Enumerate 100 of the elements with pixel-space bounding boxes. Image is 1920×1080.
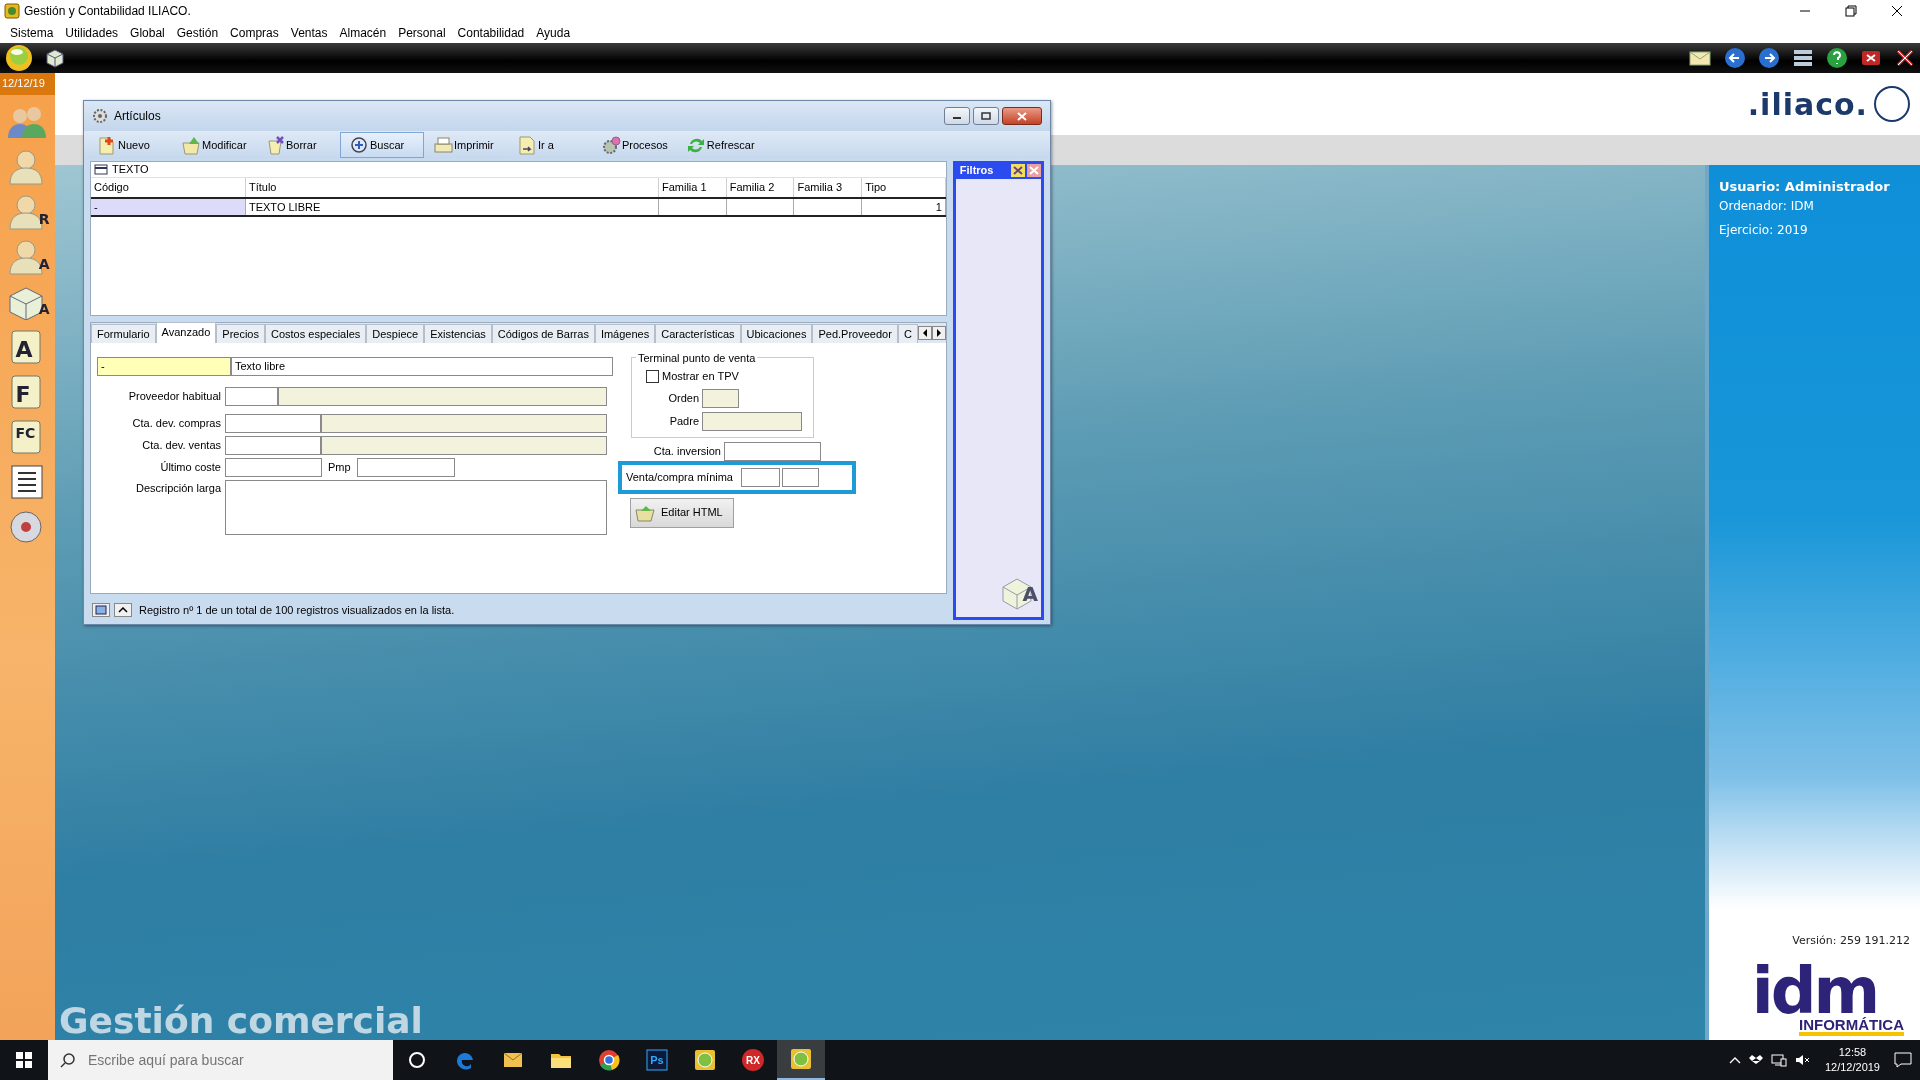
tab[interactable]: Precios bbox=[216, 324, 265, 343]
tab[interactable]: Códigos de Barras bbox=[491, 324, 595, 343]
tab[interactable]: Costos especiales bbox=[265, 324, 367, 343]
back-icon[interactable] bbox=[1724, 47, 1746, 69]
input-field[interactable] bbox=[278, 387, 607, 406]
volume-muted-icon[interactable] bbox=[1794, 1053, 1811, 1067]
toolbar-button[interactable]: Ir a bbox=[508, 132, 592, 158]
column-header[interactable]: Código bbox=[91, 178, 246, 198]
left-arrow-icon bbox=[921, 329, 928, 337]
input-field[interactable] bbox=[321, 436, 607, 455]
taskbar-button[interactable] bbox=[777, 1040, 825, 1080]
column-header[interactable]: Tipo bbox=[861, 178, 946, 198]
menu-item[interactable]: Almacén bbox=[333, 23, 393, 42]
input-field[interactable] bbox=[702, 388, 739, 408]
input-field[interactable] bbox=[356, 458, 455, 477]
tab[interactable]: Existencias bbox=[424, 324, 492, 343]
input-field[interactable] bbox=[225, 387, 278, 406]
clock[interactable]: 12:58 12/12/2019 bbox=[1824, 1045, 1880, 1075]
windows-logo-icon[interactable] bbox=[16, 1052, 32, 1068]
dropbox-icon[interactable] bbox=[1748, 1054, 1763, 1066]
edit-html-button[interactable]: Editar HTML bbox=[630, 497, 734, 528]
menu-item[interactable]: Personal bbox=[392, 23, 452, 42]
toolbar-button[interactable]: Buscar bbox=[340, 132, 424, 158]
input-field[interactable] bbox=[225, 458, 322, 477]
menu-item[interactable]: Gestión bbox=[170, 23, 225, 42]
input-field[interactable]: Texto libre bbox=[231, 357, 613, 376]
toolbar-button[interactable]: Refrescar bbox=[676, 132, 764, 158]
sidebar-item[interactable]: A bbox=[5, 329, 50, 365]
input-field[interactable] bbox=[782, 467, 819, 487]
sidebar-item[interactable]: A bbox=[5, 284, 50, 320]
icon-letter: A bbox=[38, 255, 50, 274]
orb-icon[interactable] bbox=[4, 43, 34, 73]
column-header[interactable]: Familia 2 bbox=[726, 178, 794, 198]
checkbox[interactable] bbox=[646, 369, 659, 383]
tab[interactable]: Imágenes bbox=[594, 324, 656, 343]
sidebar-item[interactable]: F bbox=[5, 374, 50, 410]
help-icon[interactable] bbox=[1826, 47, 1848, 69]
field-label: Venta/compra mínima bbox=[626, 469, 734, 485]
input-field[interactable] bbox=[321, 414, 607, 433]
menu-item[interactable]: Ventas bbox=[284, 23, 334, 42]
taskbar-button[interactable]: Ps bbox=[633, 1040, 681, 1080]
input-field[interactable] bbox=[225, 436, 321, 455]
brand-logo: idm bbox=[1751, 965, 1878, 1017]
mail-icon[interactable] bbox=[1688, 48, 1712, 68]
field-label: Cta. dev. ventas bbox=[141, 438, 222, 454]
tab[interactable]: Formulario bbox=[91, 324, 156, 343]
minimize-button[interactable] bbox=[944, 107, 970, 125]
windows-icon[interactable] bbox=[1792, 47, 1814, 69]
input-field[interactable] bbox=[741, 467, 780, 487]
menu-item[interactable]: Compras bbox=[224, 23, 285, 42]
box-icon[interactable] bbox=[44, 47, 66, 69]
pin-icon[interactable] bbox=[1011, 163, 1025, 177]
collapse-button[interactable] bbox=[114, 603, 132, 617]
column-header[interactable]: Familia 3 bbox=[793, 178, 862, 198]
status-icon-button[interactable] bbox=[92, 603, 110, 617]
maximize-button[interactable] bbox=[973, 107, 999, 125]
toolbar-button[interactable]: Modificar bbox=[172, 132, 256, 158]
sidebar-item[interactable]: R bbox=[5, 194, 50, 230]
close-icon[interactable] bbox=[1027, 163, 1041, 177]
icon-letter: A bbox=[15, 336, 33, 364]
network-icon[interactable] bbox=[1770, 1053, 1787, 1067]
menu-item[interactable]: Contabilidad bbox=[451, 23, 531, 42]
sidebar-item[interactable]: FC bbox=[5, 419, 50, 455]
input-field[interactable] bbox=[225, 480, 607, 535]
close-button[interactable] bbox=[1002, 107, 1042, 125]
search-field[interactable]: Escribe aquí para buscar bbox=[48, 1040, 393, 1080]
input-field[interactable] bbox=[225, 414, 321, 433]
field-label: Pmp bbox=[327, 460, 352, 476]
menu-item[interactable]: Ayuda bbox=[530, 23, 577, 42]
list-caption: TEXTO bbox=[112, 162, 149, 178]
exit-icon[interactable] bbox=[1894, 47, 1916, 69]
menu-item[interactable]: Utilidades bbox=[59, 23, 125, 42]
column-header[interactable]: Título bbox=[245, 178, 659, 198]
tab[interactable]: Ped.Proveedor bbox=[812, 324, 898, 343]
app-letters: RX bbox=[746, 1053, 760, 1068]
tab[interactable]: Ubicaciones bbox=[740, 324, 813, 343]
toolbar-button[interactable]: Borrar bbox=[256, 132, 340, 158]
input-field[interactable]: - bbox=[97, 357, 231, 376]
tab[interactable]: Características bbox=[655, 324, 741, 343]
toolbar-button[interactable]: Imprimir bbox=[424, 132, 508, 158]
column-header[interactable]: Familia 1 bbox=[658, 178, 727, 198]
clock-time: 12:58 bbox=[1838, 1045, 1867, 1060]
forward-icon[interactable] bbox=[1758, 47, 1780, 69]
input-field[interactable] bbox=[702, 411, 802, 431]
iliaco-icon bbox=[789, 1047, 813, 1071]
tab[interactable]: Avanzado bbox=[155, 322, 217, 343]
notification-icon[interactable] bbox=[1894, 1052, 1912, 1068]
menu-item[interactable]: Sistema bbox=[4, 23, 60, 42]
toolbar-button[interactable]: Procesos bbox=[592, 132, 677, 158]
table-cell: TEXTO LIBRE bbox=[245, 197, 659, 216]
toolbar-button[interactable]: Nuevo bbox=[88, 132, 172, 158]
dialog-title: Artículos bbox=[114, 108, 161, 125]
sidebar-item[interactable]: A bbox=[5, 239, 50, 275]
input-field[interactable] bbox=[724, 441, 821, 461]
status-text: Registro nº 1 de un total de 100 registros visualizados en la lista. bbox=[139, 602, 455, 618]
chevron-up-icon[interactable] bbox=[1728, 1056, 1741, 1064]
tab[interactable]: Despiece bbox=[366, 324, 425, 343]
user-label: Usuario: Administrador bbox=[1719, 178, 1891, 196]
taskbar-button[interactable]: RX bbox=[729, 1040, 777, 1080]
menu-item[interactable]: Global bbox=[124, 23, 171, 42]
